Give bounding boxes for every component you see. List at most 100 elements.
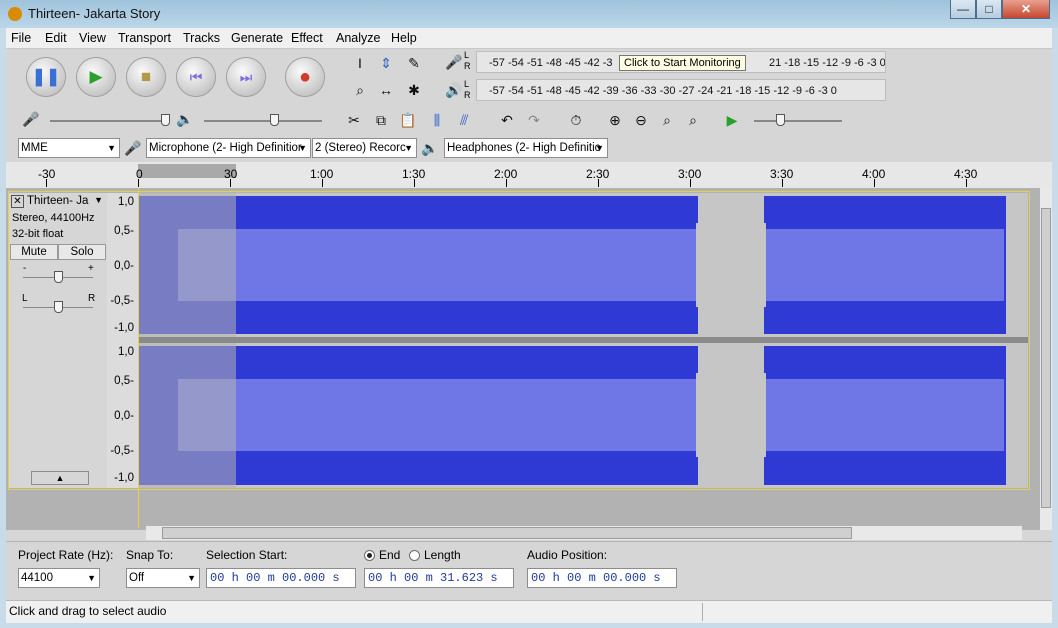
menu-help[interactable]: Help — [391, 31, 417, 45]
menu-transport[interactable]: Transport — [118, 31, 171, 45]
cut-icon[interactable]: ✂ — [343, 109, 365, 131]
recording-device-mic-icon: 🎤 — [124, 140, 142, 156]
horizontal-scroll-thumb[interactable] — [162, 527, 852, 539]
skip-to-start-button[interactable]: ⏮ — [177, 58, 215, 96]
selection-end-field[interactable]: 00 h 00 m 31.623 s — [364, 568, 514, 588]
ruler-tick — [138, 179, 139, 187]
scale-label: 0,0- — [114, 260, 134, 272]
record-meter-scale-tail: 21 -18 -15 -12 -9 -6 -3 0 — [769, 57, 886, 69]
solo-button[interactable]: Solo — [58, 244, 106, 260]
playback-device-select[interactable]: Headphones (2- High Definitic ▼ — [444, 138, 608, 158]
right-channel-waveform[interactable] — [138, 343, 1028, 488]
track-name-menu[interactable]: Thirteen- Ja ▼ — [27, 195, 105, 209]
project-rate-select[interactable]: 44100 ▼ — [18, 568, 100, 588]
end-radio[interactable] — [364, 550, 375, 561]
stop-icon: ■ — [140, 67, 152, 86]
tools-toolbar: I ⇕ ✎ ⌕ ↔ ✱ — [341, 49, 436, 105]
menu-generate[interactable]: Generate — [231, 31, 283, 45]
close-track-icon[interactable]: ✕ — [11, 195, 24, 208]
timeline-ruler[interactable]: -30 0 30 1:00 1:30 2:00 2:30 3:00 3:30 4… — [6, 162, 1052, 189]
ruler-tick — [966, 179, 967, 187]
zoom-tool-icon[interactable]: ⌕ — [349, 79, 371, 101]
scale-label: 1,0 — [118, 346, 134, 358]
gain-knob[interactable] — [54, 271, 63, 283]
record-meter-lr: L R — [464, 50, 471, 71]
horizontal-scrollbar[interactable] — [146, 526, 1022, 540]
record-button[interactable]: ● — [286, 58, 324, 96]
track-area[interactable]: ✕ Thirteen- Ja ▼ Stereo, 44100Hz 32-bit … — [6, 188, 1040, 530]
undo-icon[interactable]: ↶ — [496, 109, 518, 131]
vertical-amplitude-scale[interactable]: 1,0 0,5- 0,0- -0,5- -1,0 1,0 0,5- 0,0- -… — [107, 193, 138, 488]
minimize-button[interactable]: — — [950, 0, 976, 19]
pause-button[interactable]: ❚❚ — [27, 58, 65, 96]
device-toolbar: MME ▼ 🎤 Microphone (2- High Definitior ▼ 2… — [6, 135, 611, 161]
menu-tracks[interactable]: Tracks — [183, 31, 220, 45]
play-button[interactable]: ▶ — [77, 58, 115, 96]
vertical-scrollbar[interactable] — [1040, 188, 1052, 530]
audacity-logo-icon — [8, 7, 22, 21]
length-radio[interactable] — [409, 550, 420, 561]
selection-start-field[interactable]: 00 h 00 m 00.000 s — [206, 568, 356, 588]
play-speed-slider[interactable] — [754, 120, 842, 122]
stop-button[interactable]: ■ — [127, 58, 165, 96]
record-meter-mic-icon[interactable]: 🎤 — [443, 51, 465, 73]
window-title: Thirteen- Jakarta Story — [28, 6, 161, 21]
paste-icon[interactable]: 📋 — [397, 109, 419, 131]
menu-view[interactable]: View — [79, 31, 106, 45]
scale-label: 0,5- — [114, 225, 134, 237]
fit-selection-icon[interactable]: ⌕ — [656, 109, 678, 131]
zoom-in-icon[interactable]: ⊕ — [604, 109, 626, 131]
vertical-scroll-thumb[interactable] — [1041, 208, 1051, 508]
project-rate-value: 44100 — [21, 572, 53, 584]
waveform-display[interactable] — [138, 188, 1028, 528]
input-volume-slider[interactable] — [50, 120, 170, 122]
zoom-out-icon[interactable]: ⊖ — [630, 109, 652, 131]
silence-icon[interactable]: ⫻ — [453, 109, 475, 131]
draw-tool-icon[interactable]: ✎ — [403, 52, 425, 74]
playback-meter[interactable]: -57 -54 -51 -48 -45 -42 -39 -36 -33 -30 … — [476, 79, 886, 101]
output-volume-knob[interactable] — [270, 114, 279, 126]
recording-device-select[interactable]: Microphone (2- High Definitior ▼ — [146, 138, 311, 158]
snap-to-label: Snap To: — [126, 548, 174, 562]
trim-icon[interactable]: ⫼ — [426, 109, 448, 131]
playback-meter-speaker-icon[interactable]: 🔊 — [443, 79, 465, 101]
selected-region — [138, 343, 236, 488]
redo-icon[interactable]: ↷ — [523, 109, 545, 131]
mute-button[interactable]: Mute — [10, 244, 58, 260]
audio-host-select[interactable]: MME ▼ — [18, 138, 120, 158]
maximize-button[interactable]: □ — [976, 0, 1002, 19]
chevron-down-icon: ▼ — [87, 573, 96, 583]
collapse-track-icon[interactable]: ▲ — [31, 471, 89, 485]
menu-bar: File Edit View Transport Tracks Generate… — [6, 28, 1052, 49]
play-speed-knob[interactable] — [776, 114, 785, 126]
envelope-tool-icon[interactable]: ⇕ — [375, 52, 397, 74]
ruler-tick — [506, 179, 507, 187]
snap-to-select[interactable]: Off ▼ — [126, 568, 200, 588]
waveform-rms — [766, 229, 1004, 301]
sync-lock-icon[interactable]: ⏱ — [565, 109, 587, 131]
menu-edit[interactable]: Edit — [45, 31, 67, 45]
menu-file[interactable]: File — [11, 31, 31, 45]
skip-start-icon: ⏮ — [189, 69, 203, 85]
scale-label: 0,0- — [114, 410, 134, 422]
skip-to-end-button[interactable]: ⏭ — [227, 58, 265, 96]
timeshift-tool-icon[interactable]: ↔ — [375, 79, 397, 101]
waveform-quiet-region — [696, 223, 766, 307]
pan-knob[interactable] — [54, 301, 63, 313]
selection-tool-icon[interactable]: I — [349, 52, 371, 74]
gain-plus-label: + — [88, 263, 94, 274]
menu-effect[interactable]: Effect — [291, 31, 323, 45]
input-volume-knob[interactable] — [161, 114, 170, 126]
audio-position-field[interactable]: 00 h 00 m 00.000 s — [527, 568, 677, 588]
fit-project-icon[interactable]: ⌕ — [682, 109, 704, 131]
copy-icon[interactable]: ⧉ — [370, 109, 392, 131]
menu-analyze[interactable]: Analyze — [336, 31, 380, 45]
left-channel-waveform[interactable] — [138, 193, 1028, 337]
ruler-tick — [46, 179, 47, 187]
close-button[interactable]: ✕ — [1002, 0, 1050, 19]
play-at-speed-icon[interactable]: ▶ — [721, 109, 743, 131]
output-volume-slider[interactable] — [204, 120, 322, 122]
multi-tool-icon[interactable]: ✱ — [403, 79, 425, 101]
selected-region — [138, 193, 236, 337]
recording-channels-select[interactable]: 2 (Stereo) Recorc ▼ — [312, 138, 417, 158]
